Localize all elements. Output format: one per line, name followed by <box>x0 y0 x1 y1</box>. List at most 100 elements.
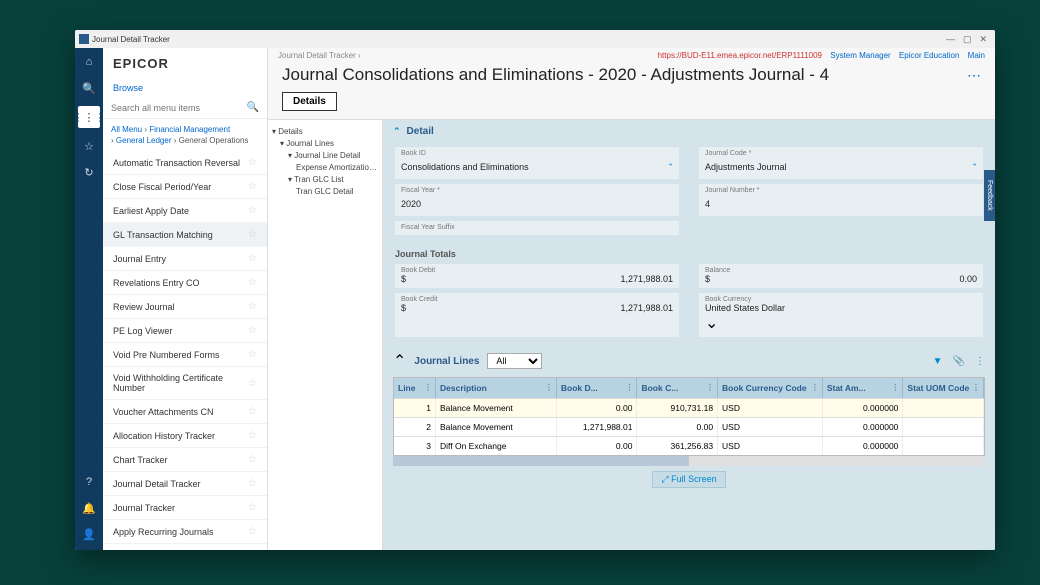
menu-item[interactable]: Earliest Apply Date☆ <box>103 199 267 223</box>
page-title: Journal Consolidations and Eliminations … <box>282 65 829 85</box>
app-window: Journal Detail Tracker — ▢ ✕ ⌂ 🔍 ⋮⋮⋮ ☆ ↻… <box>75 30 995 550</box>
star-icon[interactable]: ☆ <box>248 349 257 360</box>
star-icon[interactable]: ☆ <box>248 205 257 216</box>
apps-icon[interactable]: ⋮⋮⋮ <box>78 106 100 128</box>
menu-item[interactable]: Apply Recurring Journals☆ <box>103 520 267 544</box>
filter-icon[interactable]: ▼ <box>933 356 943 367</box>
col-stat-amount[interactable]: Stat Am... <box>823 378 904 398</box>
search-icon[interactable]: 🔍 <box>81 80 97 96</box>
star-icon[interactable]: ☆ <box>248 378 257 389</box>
tree-tran-glc-list[interactable]: ▾ Tran GLC List <box>272 173 378 185</box>
col-book-currency[interactable]: Book Currency Code <box>718 378 823 398</box>
chevron-up-icon: ⌃ <box>393 351 406 371</box>
menu-item[interactable]: Allocation History Tracker☆ <box>103 424 267 448</box>
menu-item[interactable]: Void Pre Numbered Forms☆ <box>103 343 267 367</box>
balance-field: Balance$0.00 <box>699 264 983 288</box>
menu-search-icon[interactable]: 🔍 <box>247 102 259 113</box>
overflow-icon[interactable]: ⋮ <box>975 356 985 367</box>
menu-panel: EPICOR Browse 🔍 All Menu › Financial Man… <box>103 48 268 550</box>
col-stat-uom[interactable]: Stat UOM Code <box>903 378 984 398</box>
chevron-down-icon: ⌄ <box>705 313 977 333</box>
star-icon[interactable]: ☆ <box>248 406 257 417</box>
table-row[interactable]: 1Balance Movement0.00910,731.18USD0.0000… <box>394 398 984 417</box>
star-icon[interactable]: ☆ <box>248 430 257 441</box>
menu-item[interactable]: Revelations Entry CO☆ <box>103 271 267 295</box>
feedback-tab[interactable]: Feedback <box>984 170 995 221</box>
page-actions-icon[interactable]: ⋯ <box>967 67 981 84</box>
details-tab[interactable]: Details <box>282 92 337 111</box>
journal-code-field[interactable]: Journal Code *Adjustments Journal⌄ <box>699 147 983 179</box>
menu-item[interactable]: PE Log Viewer☆ <box>103 319 267 343</box>
star-icon[interactable]: ☆ <box>248 454 257 465</box>
crumb-all-menu[interactable]: All Menu <box>111 125 142 134</box>
tree-tran-glc-detail[interactable]: Tran GLC Detail <box>272 185 378 197</box>
journal-number-field[interactable]: Journal Number *4 <box>699 184 983 216</box>
menu-item[interactable]: GL Transaction Matching☆ <box>103 223 267 247</box>
fiscal-year-field[interactable]: Fiscal Year *2020 <box>395 184 679 216</box>
notifications-icon[interactable]: 🔔 <box>81 500 97 516</box>
book-id-field[interactable]: Book IDConsolidations and Eliminations⌄ <box>395 147 679 179</box>
favorites-icon[interactable]: ☆ <box>81 138 97 154</box>
fiscal-year-suffix-field[interactable]: Fiscal Year Suffix <box>395 221 679 235</box>
star-icon[interactable]: ☆ <box>248 526 257 537</box>
star-icon[interactable]: ☆ <box>248 502 257 513</box>
site-link[interactable]: Main <box>968 51 985 60</box>
crumb-gl[interactable]: General Ledger <box>116 136 172 145</box>
star-icon[interactable]: ☆ <box>248 253 257 264</box>
star-icon[interactable]: ☆ <box>248 478 257 489</box>
col-line[interactable]: Line <box>394 378 436 398</box>
star-icon[interactable]: ☆ <box>248 325 257 336</box>
star-icon[interactable]: ☆ <box>248 181 257 192</box>
tree-expense-amort[interactable]: Expense Amortization Sch <box>272 161 378 173</box>
horizontal-scrollbar[interactable] <box>393 456 985 466</box>
journal-lines-header: ⌃ Journal Lines All ▼ 📎 ⋮ <box>383 345 995 377</box>
nav-tree: ▾ Details ▾ Journal Lines ▾ Journal Line… <box>268 120 383 550</box>
history-icon[interactable]: ↻ <box>81 164 97 180</box>
star-icon[interactable]: ☆ <box>248 277 257 288</box>
user-link[interactable]: System Manager <box>830 51 890 60</box>
page-breadcrumb: Journal Detail Tracker › <box>278 51 361 60</box>
home-icon[interactable]: ⌂ <box>81 54 97 70</box>
menu-item[interactable]: Void Withholding Certificate Number☆ <box>103 367 267 400</box>
minimize-button[interactable]: — <box>946 34 955 45</box>
user-icon[interactable]: 👤 <box>81 526 97 542</box>
titlebar: Journal Detail Tracker — ▢ ✕ <box>75 30 995 48</box>
company-link[interactable]: Epicor Education <box>899 51 959 60</box>
journal-lines-filter[interactable]: All <box>487 353 542 369</box>
menu-item[interactable]: Review Journal☆ <box>103 295 267 319</box>
tree-journal-line-detail[interactable]: ▾ Journal Line Detail <box>272 149 378 161</box>
menu-item[interactable]: Voucher Attachments CN☆ <box>103 400 267 424</box>
chevron-down-icon: ⌄ <box>667 159 674 168</box>
menu-search-input[interactable] <box>111 103 247 113</box>
menu-item[interactable]: Journal Detail Tracker☆ <box>103 472 267 496</box>
menu-item[interactable]: Chart Tracker☆ <box>103 448 267 472</box>
star-icon[interactable]: ☆ <box>248 301 257 312</box>
close-button[interactable]: ✕ <box>979 34 987 45</box>
tree-details[interactable]: ▾ Details <box>272 125 378 137</box>
help-icon[interactable]: ? <box>81 474 97 490</box>
book-currency-field[interactable]: Book CurrencyUnited States Dollar⌄ <box>699 293 983 337</box>
col-book-credit[interactable]: Book C... <box>637 378 718 398</box>
star-icon[interactable]: ☆ <box>248 229 257 240</box>
col-description[interactable]: Description <box>436 378 557 398</box>
maximize-button[interactable]: ▢ <box>963 34 972 45</box>
table-row[interactable]: 2Balance Movement1,271,988.010.00USD0.00… <box>394 417 984 436</box>
menu-item[interactable]: Automatic Transaction Reversal☆ <box>103 151 267 175</box>
crumb-fm[interactable]: Financial Management <box>149 125 230 134</box>
detail-header[interactable]: ⌃Detail <box>383 120 995 143</box>
star-icon[interactable]: ☆ <box>248 157 257 168</box>
menu-item[interactable]: Close Fiscal Period/Year☆ <box>103 175 267 199</box>
fullscreen-button[interactable]: ⤢ Full Screen <box>652 471 725 488</box>
table-row[interactable]: 3Diff On Exchange0.00361,256.83USD0.0000… <box>394 436 984 455</box>
menu-item[interactable]: Journal Entry☆ <box>103 247 267 271</box>
main-area: Journal Detail Tracker › https://BUD-E11… <box>268 48 995 550</box>
book-credit-field: Book Credit$1,271,988.01 <box>395 293 679 337</box>
col-book-debit[interactable]: Book D... <box>557 378 638 398</box>
nav-rail: ⌂ 🔍 ⋮⋮⋮ ☆ ↻ ? 🔔 👤 <box>75 48 103 550</box>
chevron-down-icon: ⌄ <box>971 159 978 168</box>
tree-journal-lines[interactable]: ▾ Journal Lines <box>272 137 378 149</box>
crumb-go: General Operations <box>179 136 249 145</box>
menu-item[interactable]: Journal Tracker☆ <box>103 496 267 520</box>
attachment-icon[interactable]: 📎 <box>953 356 965 367</box>
browse-link[interactable]: Browse <box>103 79 267 97</box>
